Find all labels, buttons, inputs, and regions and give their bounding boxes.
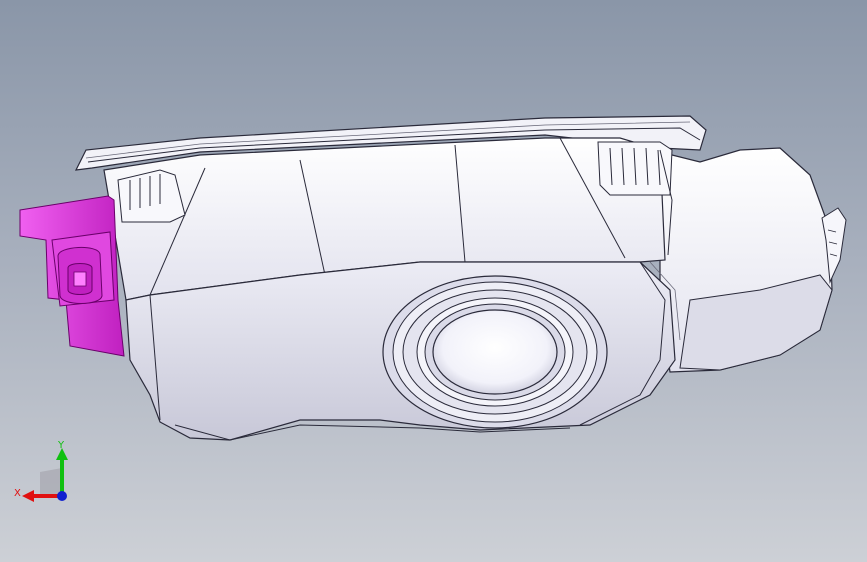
triad-x-label: X (14, 488, 21, 499)
triad-x-arrowhead (22, 490, 34, 502)
lens-center (432, 309, 558, 395)
triad-y-label: Y (57, 440, 65, 451)
connector-latch-hole (73, 271, 87, 287)
left-clip (117, 169, 186, 223)
triad-plane-shade (40, 468, 62, 496)
triad-z-axis (57, 491, 67, 501)
graphics-viewport[interactable]: X Y (0, 0, 867, 562)
axis-triad: X Y (14, 440, 68, 502)
cad-model-view[interactable] (0, 0, 867, 562)
